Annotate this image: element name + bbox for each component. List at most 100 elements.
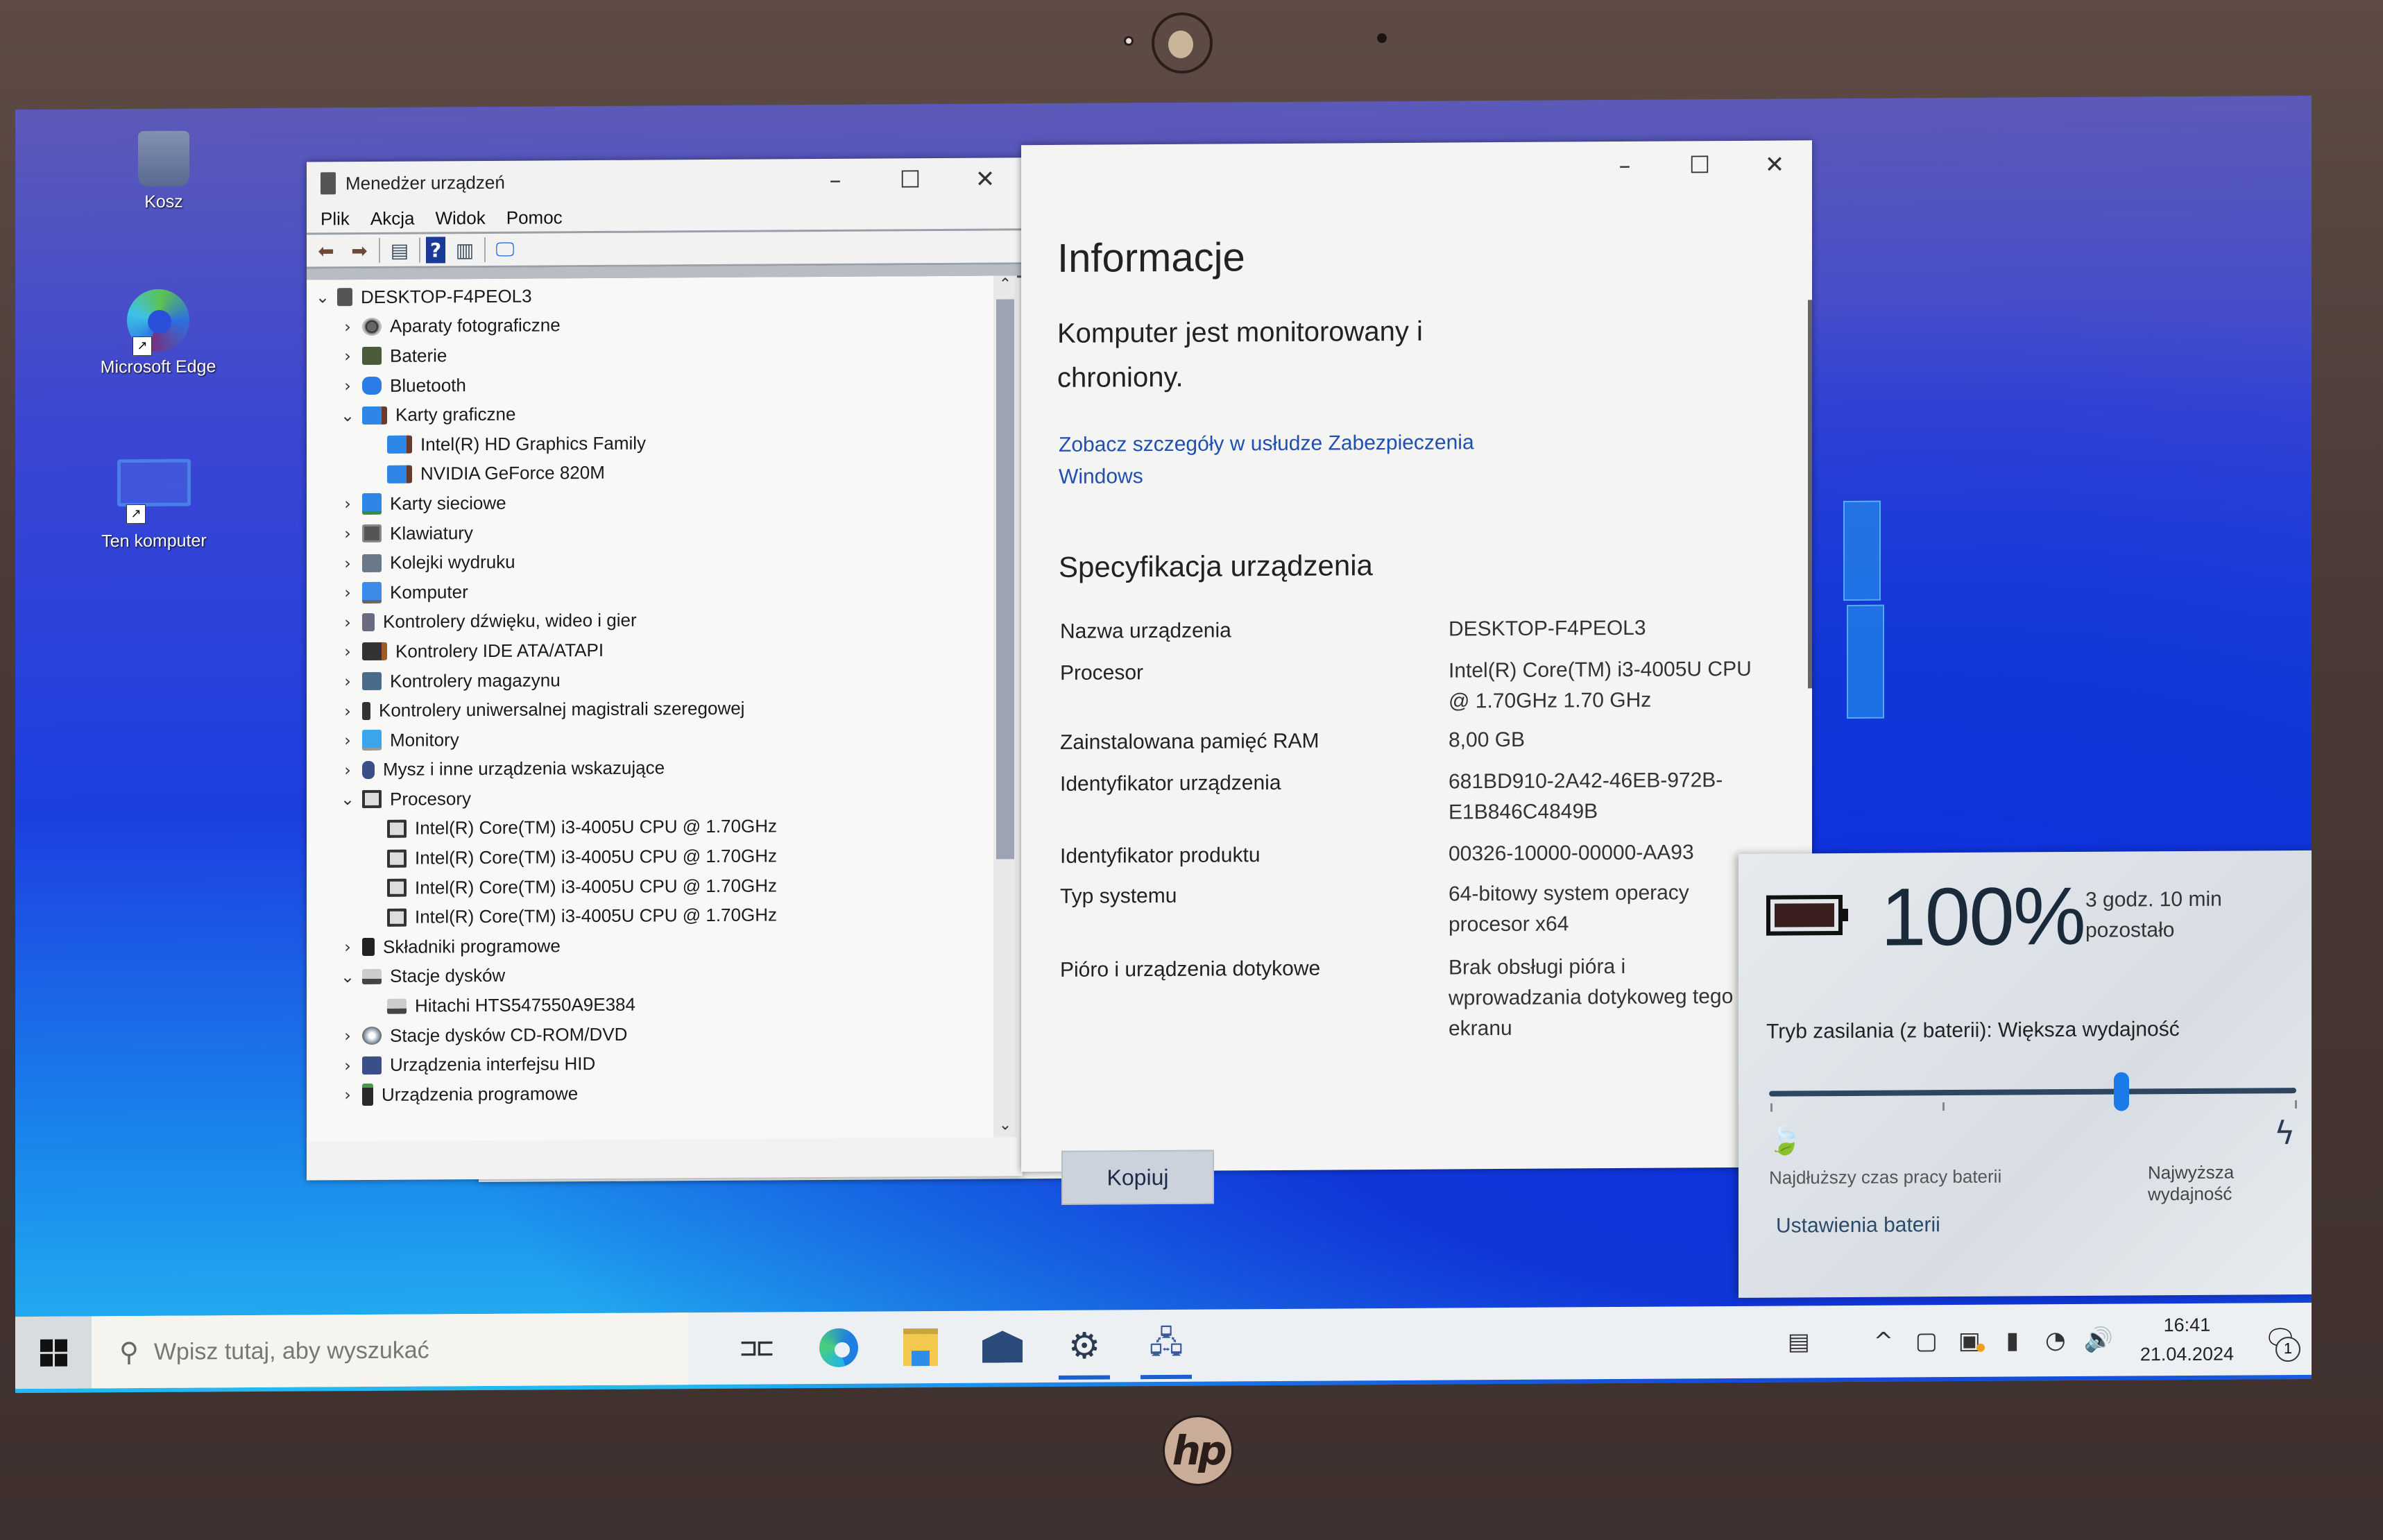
- tree-node[interactable]: Intel(R) Core(TM) i3-4005U CPU @ 1.70GHz: [307, 869, 993, 903]
- tree-node[interactable]: › Składniki programowe: [307, 929, 993, 963]
- forward-arrow-icon[interactable]: ➡: [345, 237, 373, 264]
- tree-node[interactable]: ⌄ Stacje dysków: [307, 958, 993, 992]
- desktop-icon-this-pc[interactable]: ↗ Ten komputer: [92, 459, 216, 551]
- defender-icon[interactable]: ▣: [1950, 1327, 1989, 1355]
- tree-node[interactable]: › Kontrolery IDE ATA/ATAPI: [307, 633, 993, 667]
- chevron-right-icon[interactable]: ›: [337, 642, 358, 662]
- device-manager-window[interactable]: Menedżer urządzeń – ☐ ✕ Plik Akcja Widok…: [307, 157, 1023, 1181]
- slider-thumb[interactable]: [2113, 1072, 2129, 1111]
- chevron-right-icon[interactable]: ›: [337, 1085, 358, 1104]
- tree-node[interactable]: › Urządzenia programowe: [307, 1077, 993, 1111]
- menu-help[interactable]: Pomoc: [506, 207, 563, 228]
- chevron-right-icon[interactable]: ›: [337, 760, 358, 780]
- wifi-icon[interactable]: ◔: [2036, 1326, 2075, 1354]
- meet-now-icon[interactable]: ▢: [1907, 1327, 1946, 1355]
- notification-center-button[interactable]: 🗨 1: [2256, 1323, 2305, 1362]
- tree-node[interactable]: › Kolejki wydruku: [307, 545, 993, 579]
- chevron-down-icon[interactable]: ⌄: [337, 406, 358, 425]
- tree-node[interactable]: › Komputer: [307, 574, 993, 608]
- news-icon[interactable]: ▤: [1779, 1328, 1818, 1355]
- chevron-up-icon[interactable]: ^: [1864, 1327, 1903, 1355]
- tree-node[interactable]: › Bluetooth: [307, 367, 993, 401]
- taskbar-mail[interactable]: [962, 1310, 1043, 1383]
- copy-button[interactable]: Kopiuj: [1061, 1149, 1214, 1205]
- menu-view[interactable]: Widok: [435, 207, 485, 228]
- volume-icon[interactable]: 🔊: [2079, 1326, 2118, 1354]
- tree-node[interactable]: › Baterie: [307, 338, 993, 372]
- chevron-right-icon[interactable]: ›: [337, 495, 358, 514]
- tree-node[interactable]: Hitachi HTS547550A9E384: [307, 988, 993, 1022]
- scroll-down-button[interactable]: ⌄: [993, 1116, 1017, 1137]
- tree-node[interactable]: › Monitory: [307, 721, 993, 755]
- tree-node[interactable]: ⌄ Procesory: [307, 781, 993, 815]
- tree-node[interactable]: › Aparaty fotograficzne: [307, 308, 993, 342]
- chevron-right-icon[interactable]: ›: [337, 347, 358, 366]
- close-button[interactable]: ✕: [1737, 151, 1812, 179]
- tree-node[interactable]: ⌄ DESKTOP-F4PEOL3: [307, 278, 993, 312]
- tree-node[interactable]: › Kontrolery dźwięku, wideo i gier: [307, 604, 993, 638]
- start-button[interactable]: [15, 1316, 92, 1389]
- about-window[interactable]: – ☐ ✕ Informacje Komputer jest monitorow…: [1021, 140, 1812, 1205]
- scroll-thumb[interactable]: [996, 299, 1014, 859]
- tree-node[interactable]: Intel(R) Core(TM) i3-4005U CPU @ 1.70GHz: [307, 840, 993, 874]
- maximize-button[interactable]: ☐: [1662, 151, 1737, 180]
- chevron-right-icon[interactable]: ›: [337, 613, 358, 632]
- chevron-right-icon[interactable]: ›: [337, 554, 358, 573]
- tree-node[interactable]: NVIDIA GeForce 820M: [307, 456, 993, 490]
- vertical-scrollbar[interactable]: ⌃ ⌄: [993, 275, 1017, 1138]
- chevron-right-icon[interactable]: ›: [337, 730, 358, 750]
- chevron-down-icon[interactable]: ⌄: [312, 288, 333, 307]
- scan-hardware-icon[interactable]: 🖵: [491, 237, 519, 263]
- security-details-link[interactable]: Zobacz szczegóły w usłudze Zabezpieczeni…: [1059, 427, 1530, 493]
- device-manager-titlebar[interactable]: Menedżer urządzeń – ☐ ✕: [307, 157, 1023, 205]
- taskbar: ⚲ Wpisz tutaj, aby wyszukać ⊐⊏ ⚙ 🖧 ▤ ^ ▢…: [15, 1302, 2312, 1389]
- chevron-right-icon[interactable]: ›: [337, 937, 358, 957]
- desktop-icon-edge[interactable]: ↗ Microsoft Edge: [96, 289, 221, 377]
- chevron-right-icon[interactable]: ›: [337, 701, 358, 721]
- menu-action[interactable]: Akcja: [370, 207, 415, 229]
- tree-node[interactable]: › Stacje dysków CD-ROM/DVD: [307, 1017, 993, 1051]
- close-button[interactable]: ✕: [948, 165, 1023, 194]
- search-box[interactable]: ⚲ Wpisz tutaj, aby wyszukać: [92, 1312, 688, 1389]
- desktop-icon-recycle-bin[interactable]: Kosz: [101, 130, 226, 212]
- maximize-button[interactable]: ☐: [873, 166, 948, 194]
- chevron-down-icon[interactable]: ⌄: [337, 967, 358, 986]
- minimize-button[interactable]: –: [1587, 152, 1662, 180]
- tree-node[interactable]: Intel(R) Core(TM) i3-4005U CPU @ 1.70GHz: [307, 810, 993, 844]
- minimize-button[interactable]: –: [798, 166, 873, 195]
- tree-node[interactable]: › Kontrolery uniwersalnej magistrali szer…: [307, 692, 993, 726]
- taskbar-edge[interactable]: [798, 1311, 880, 1384]
- scroll-up-button[interactable]: ⌃: [993, 275, 1017, 296]
- chevron-right-icon[interactable]: ›: [337, 1056, 358, 1075]
- taskbar-file-explorer[interactable]: [880, 1311, 962, 1384]
- taskbar-settings[interactable]: ⚙: [1043, 1310, 1125, 1383]
- tree-node[interactable]: › Karty sieciowe: [307, 486, 993, 520]
- tree-node[interactable]: › Kontrolery magazynu: [307, 662, 993, 696]
- chevron-right-icon[interactable]: ›: [337, 317, 358, 336]
- chevron-right-icon[interactable]: ›: [337, 1026, 358, 1045]
- chevron-right-icon[interactable]: ›: [337, 583, 358, 602]
- tree-node[interactable]: Intel(R) HD Graphics Family: [307, 426, 993, 460]
- chevron-right-icon[interactable]: ›: [337, 671, 358, 691]
- tree-node[interactable]: ⌄ Karty graficzne: [307, 397, 993, 431]
- battery-tray-icon[interactable]: ▮: [1993, 1326, 2032, 1354]
- help-icon[interactable]: ?: [426, 237, 445, 264]
- power-mode-slider[interactable]: [1769, 1071, 2312, 1116]
- task-view-button[interactable]: ⊐⊏: [716, 1312, 798, 1385]
- chevron-down-icon[interactable]: ⌄: [337, 789, 358, 810]
- menu-file[interactable]: Plik: [321, 208, 350, 230]
- tree-node[interactable]: › Urządzenia interfejsu HID: [307, 1047, 993, 1081]
- properties-icon[interactable]: ▤: [386, 237, 413, 264]
- tree-node[interactable]: › Klawiatury: [307, 515, 993, 549]
- about-scrollbar[interactable]: [1808, 300, 1812, 689]
- clock[interactable]: 16:41 21.04.2024: [2122, 1310, 2252, 1369]
- chevron-right-icon[interactable]: ›: [337, 376, 358, 395]
- tree-node[interactable]: › Mysz i inne urządzenia wskazujące: [307, 751, 993, 785]
- chevron-right-icon[interactable]: ›: [337, 524, 358, 543]
- battery-settings-link[interactable]: Ustawienia baterii: [1776, 1213, 1940, 1238]
- back-arrow-icon[interactable]: ⬅: [312, 237, 340, 264]
- tree-node[interactable]: Intel(R) Core(TM) i3-4005U CPU @ 1.70GHz: [307, 899, 993, 933]
- update-driver-icon[interactable]: ▥: [451, 237, 479, 263]
- about-titlebar[interactable]: – ☐ ✕: [1021, 140, 1812, 194]
- taskbar-device-manager[interactable]: 🖧: [1125, 1310, 1207, 1383]
